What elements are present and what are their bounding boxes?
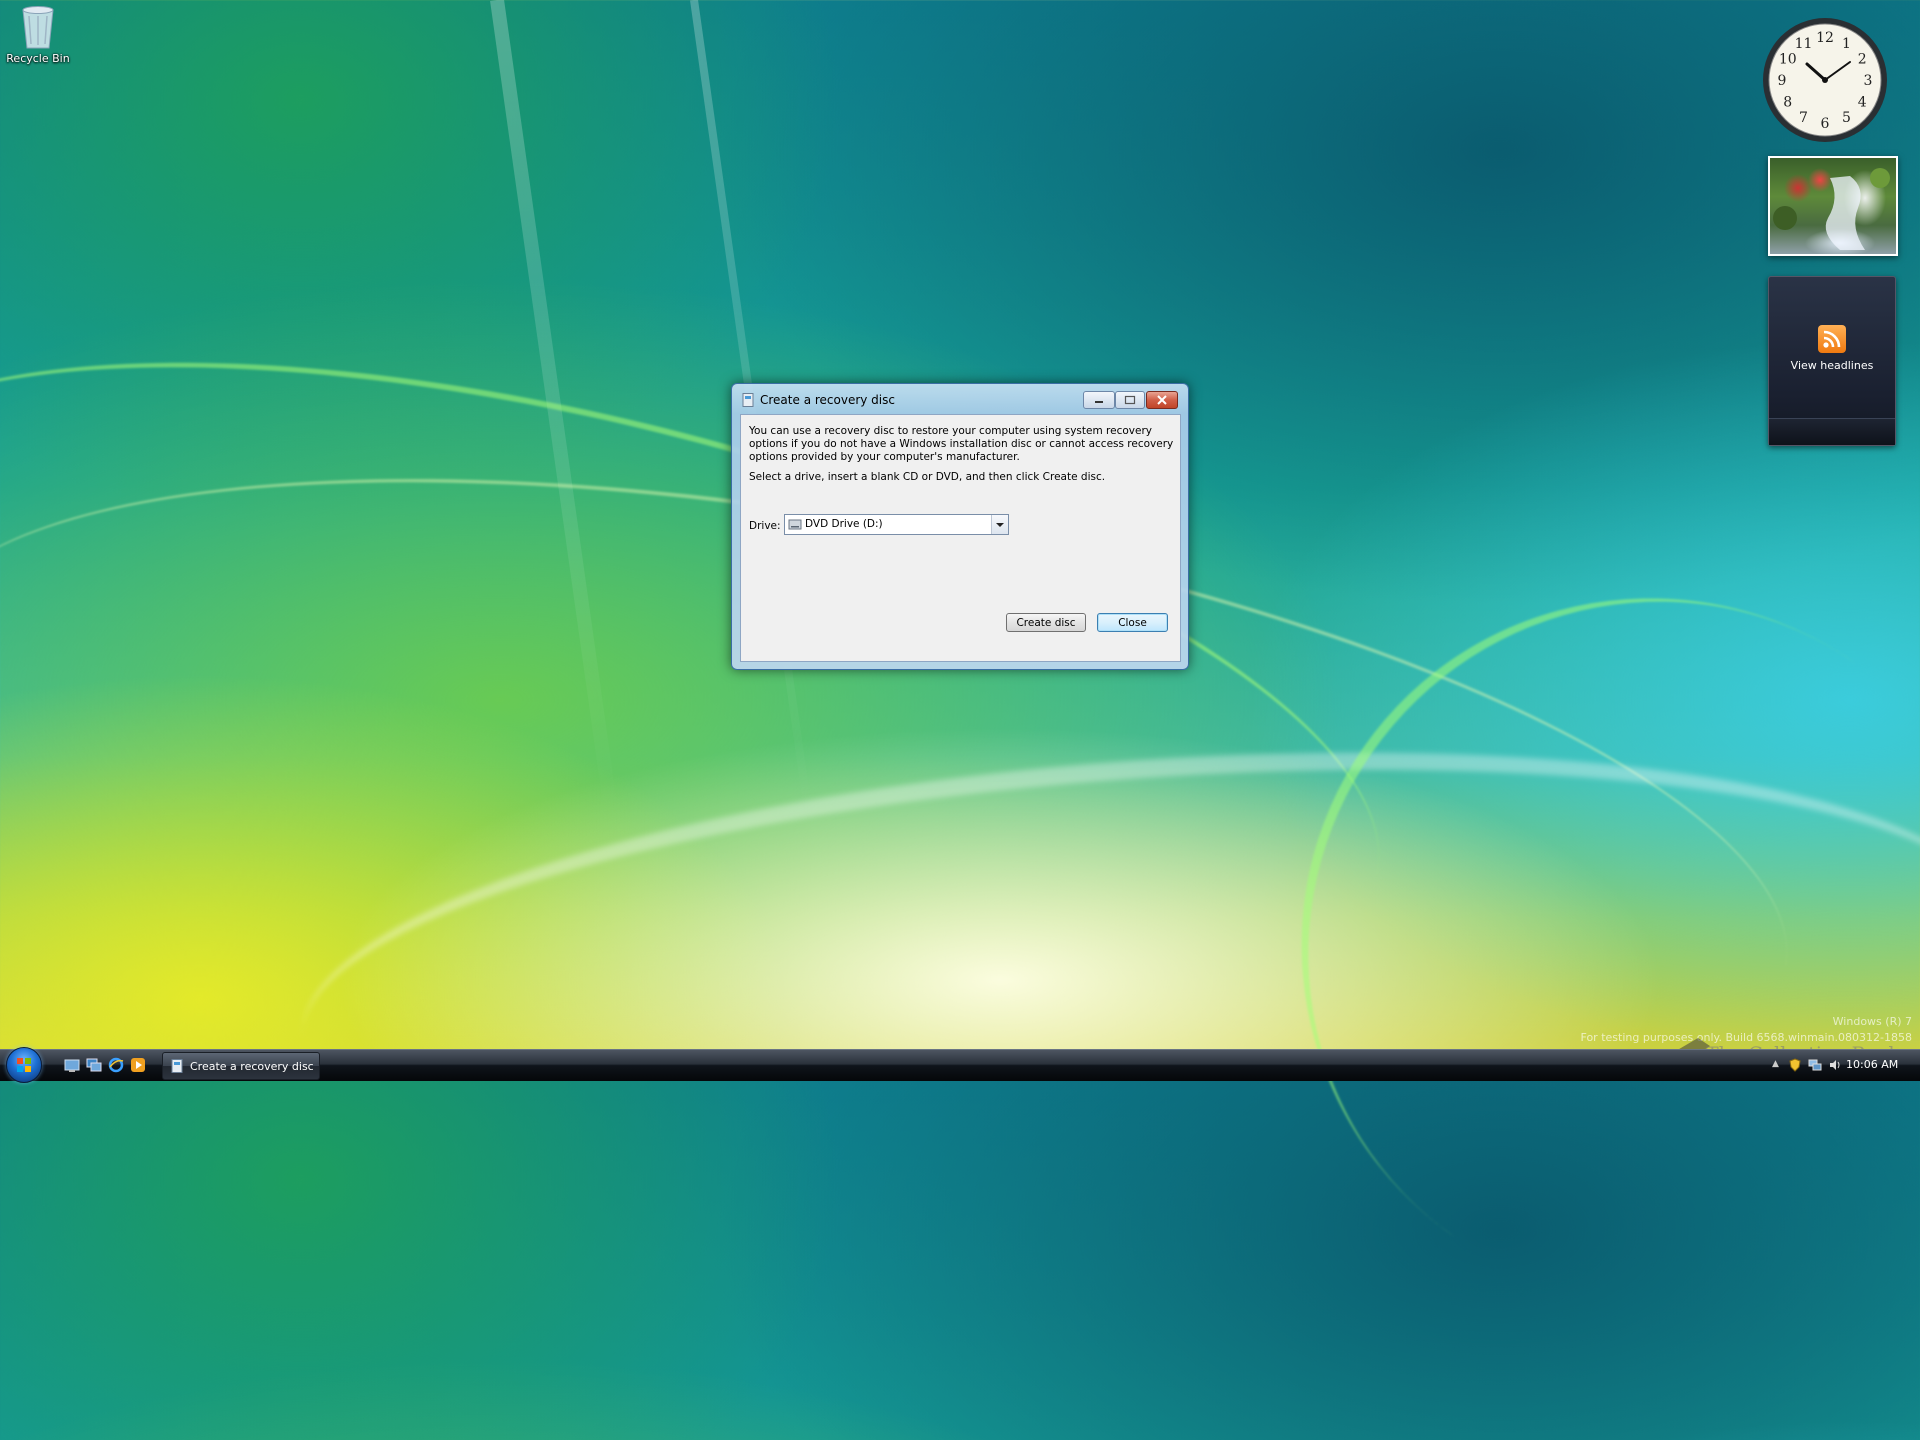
wallpaper-streak	[1163, 459, 1920, 1440]
clock-numeral: 11	[1795, 36, 1813, 52]
close-icon	[1157, 395, 1167, 405]
clock-numeral: 10	[1779, 52, 1797, 68]
clock-numeral: 9	[1778, 73, 1787, 89]
taskbar-item-label: Create a recovery disc	[190, 1060, 314, 1073]
create-disc-button[interactable]: Create disc	[1006, 613, 1086, 632]
volume-icon[interactable]	[1828, 1058, 1842, 1072]
analog-clock-icon: 12 12 3 45678 9 1011	[1763, 18, 1887, 142]
security-shield-icon[interactable]	[1788, 1058, 1802, 1072]
wallpaper-streak	[286, 701, 1920, 1257]
clock-numeral: 4	[1858, 95, 1867, 111]
clock-numeral: 6	[1821, 116, 1830, 132]
recycle-bin[interactable]: Recycle Bin	[6, 4, 70, 65]
clock-numeral: 1	[1842, 36, 1851, 52]
network-icon[interactable]	[1808, 1058, 1822, 1072]
dvd-drive-icon	[788, 517, 802, 534]
clock-numeral: 5	[1842, 110, 1851, 126]
dropdown-arrow-icon[interactable]	[991, 515, 1008, 534]
minimize-icon	[1095, 401, 1103, 403]
recycle-bin-label: Recycle Bin	[6, 52, 70, 65]
rss-icon	[1818, 325, 1846, 353]
clock-numeral: 8	[1783, 95, 1792, 111]
view-headlines-link[interactable]: View headlines	[1769, 359, 1895, 372]
dialog-instruction: Select a drive, insert a blank CD or DVD…	[749, 471, 1106, 483]
clock-numeral: 2	[1858, 52, 1867, 68]
dialog-titlebar[interactable]: Create a recovery disc	[732, 384, 1188, 414]
waterfall-photo	[1773, 168, 1890, 250]
close-button[interactable]: Close	[1097, 613, 1168, 632]
feed-headlines-gadget[interactable]: View headlines	[1768, 276, 1896, 446]
maximize-icon	[1124, 395, 1136, 405]
minimize-button[interactable]	[1083, 391, 1115, 409]
create-recovery-disc-dialog: Create a recovery disc You can use a rec…	[731, 383, 1189, 670]
taskbar: Create a recovery disc ▲ 10:06 AM	[0, 1047, 1920, 1083]
feed-gadget-footer	[1769, 418, 1895, 445]
light-beam	[490, 0, 619, 813]
recycle-bin-icon	[22, 6, 54, 49]
start-button[interactable]	[6, 1047, 42, 1083]
clock-gadget[interactable]: 12 1 2 3 4 5 6 7 8 9 10 11	[1760, 15, 1890, 145]
show-desktop-icon[interactable]	[64, 1057, 80, 1073]
internet-explorer-icon[interactable]	[108, 1057, 124, 1073]
media-player-icon[interactable]	[130, 1057, 146, 1073]
slideshow-gadget[interactable]	[1768, 156, 1898, 256]
show-hidden-icons-chevron-icon[interactable]: ▲	[1772, 1059, 1779, 1069]
taskbar-clock[interactable]: 10:06 AM	[1846, 1058, 1898, 1071]
clock-numeral: 12	[1816, 30, 1834, 46]
windows-logo-icon	[17, 1058, 31, 1072]
build-watermark-title: Windows (R) 7	[1832, 1015, 1912, 1028]
drive-select-value: DVD Drive (D:)	[805, 518, 883, 530]
clock-numeral: 3	[1864, 73, 1873, 89]
clock-numeral: 7	[1799, 110, 1808, 126]
drive-select[interactable]: DVD Drive (D:)	[784, 514, 1009, 535]
close-window-button[interactable]	[1146, 391, 1178, 409]
dialog-title: Create a recovery disc	[760, 393, 895, 407]
drive-label: Drive:	[749, 520, 781, 532]
recovery-disc-app-icon	[742, 393, 754, 407]
wallpaper-streak	[0, 234, 1440, 1132]
dialog-description: You can use a recovery disc to restore y…	[749, 425, 1174, 463]
taskbar-item-create-recovery-disc[interactable]: Create a recovery disc	[162, 1052, 320, 1080]
maximize-button[interactable]	[1115, 391, 1145, 409]
switch-windows-icon[interactable]	[86, 1057, 102, 1073]
dialog-content: You can use a recovery disc to restore y…	[740, 414, 1181, 662]
recovery-disc-app-icon	[171, 1059, 183, 1076]
